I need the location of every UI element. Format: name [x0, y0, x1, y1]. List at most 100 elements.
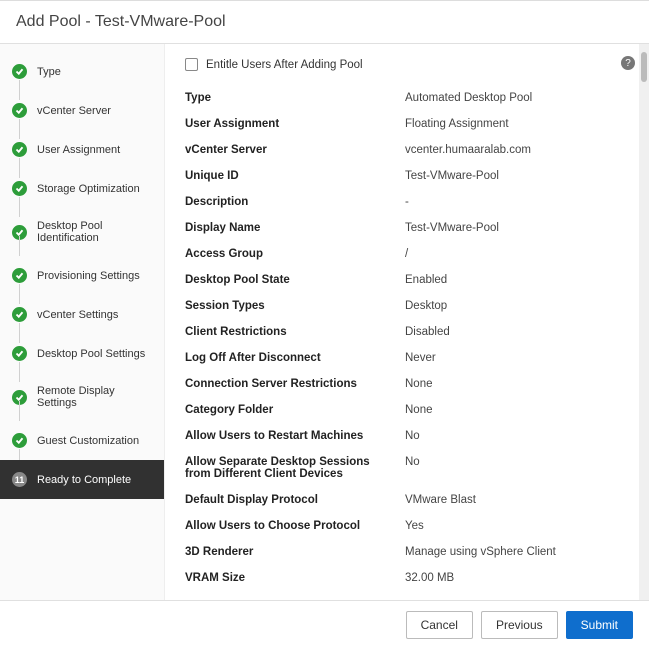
summary-row: Allow Users to Choose ProtocolYes — [185, 513, 629, 539]
summary-value: / — [405, 248, 629, 260]
summary-key: Allow Separate Desktop Sessions from Dif… — [185, 456, 405, 480]
summary-row: Unique IDTest-VMware-Pool — [185, 163, 629, 189]
summary-row: Default Display ProtocolVMware Blast — [185, 487, 629, 513]
summary-row: Desktop Pool StateEnabled — [185, 267, 629, 293]
check-icon — [12, 64, 27, 79]
summary-value: No — [405, 456, 629, 480]
summary-value: Test-VMware-Pool — [405, 222, 629, 234]
summary-value: Disabled — [405, 326, 629, 338]
summary-value: Desktop — [405, 300, 629, 312]
summary-row: Connection Server RestrictionsNone — [185, 371, 629, 397]
scrollbar-track[interactable] — [639, 44, 649, 600]
summary-key: Display Name — [185, 222, 405, 234]
cancel-button[interactable]: Cancel — [406, 611, 473, 639]
wizard-step-label: vCenter Server — [37, 105, 111, 117]
summary-row: 3D RendererManage using vSphere Client — [185, 539, 629, 565]
dialog-footer: Cancel Previous Submit — [0, 600, 649, 649]
scrollbar-thumb[interactable] — [641, 52, 647, 82]
wizard-step-3[interactable]: User Assignment — [0, 130, 164, 169]
help-icon[interactable]: ? — [621, 56, 635, 70]
summary-value: Yes — [405, 520, 629, 532]
summary-value: 32.00 MB — [405, 572, 629, 584]
main-wrap: ? Entitle Users After Adding Pool TypeAu… — [165, 44, 649, 600]
step-connector — [19, 236, 20, 256]
check-icon — [12, 268, 27, 283]
summary-value: Never — [405, 352, 629, 364]
summary-value: vcenter.humaaralab.com — [405, 144, 629, 156]
summary-row: vCenter Servervcenter.humaaralab.com — [185, 137, 629, 163]
wizard-step-label: Provisioning Settings — [37, 270, 140, 282]
summary-key: Allow Users to Choose Protocol — [185, 520, 405, 532]
wizard-step-10[interactable]: Guest Customization — [0, 421, 164, 460]
entitle-users-checkbox[interactable] — [185, 58, 198, 71]
summary-key: Connection Server Restrictions — [185, 378, 405, 390]
wizard-step-4[interactable]: Storage Optimization — [0, 169, 164, 208]
summary-value: Manage using vSphere Client — [405, 546, 629, 558]
wizard-step-6[interactable]: Provisioning Settings — [0, 256, 164, 295]
summary-row: Allow Separate Desktop Sessions from Dif… — [185, 449, 629, 487]
summary-key: Default Display Protocol — [185, 494, 405, 506]
summary-value: Automated Desktop Pool — [405, 92, 629, 104]
wizard-step-5[interactable]: Desktop Pool Identification — [0, 208, 164, 256]
summary-key: Session Types — [185, 300, 405, 312]
wizard-step-label: User Assignment — [37, 144, 120, 156]
summary-row: VRAM Size32.00 MB — [185, 565, 629, 591]
summary-key: Unique ID — [185, 170, 405, 182]
dialog-header: Add Pool - Test-VMware-Pool — [0, 1, 649, 44]
dialog-title: Add Pool - Test-VMware-Pool — [16, 13, 226, 30]
submit-button[interactable]: Submit — [566, 611, 633, 639]
wizard-step-9[interactable]: Remote Display Settings — [0, 373, 164, 421]
wizard-step-7[interactable]: vCenter Settings — [0, 295, 164, 334]
summary-row: Category FolderNone — [185, 397, 629, 423]
wizard-step-1[interactable]: Type — [0, 52, 164, 91]
wizard-step-label: Type — [37, 66, 61, 78]
summary-key: vCenter Server — [185, 144, 405, 156]
summary-key: Log Off After Disconnect — [185, 352, 405, 364]
summary-value: Test-VMware-Pool — [405, 170, 629, 182]
summary-row: TypeAutomated Desktop Pool — [185, 85, 629, 111]
entitle-users-row[interactable]: Entitle Users After Adding Pool — [185, 58, 629, 71]
summary-rows: TypeAutomated Desktop PoolUser Assignmen… — [185, 85, 629, 591]
summary-value: None — [405, 404, 629, 416]
dialog-body: Type vCenter Server User Assignment Storage… — [0, 44, 649, 600]
summary-value: - — [405, 196, 629, 208]
summary-key: Allow Users to Restart Machines — [185, 430, 405, 442]
summary-key: Description — [185, 196, 405, 208]
wizard-step-11[interactable]: 11 Ready to Complete — [0, 460, 164, 499]
wizard-step-label: Storage Optimization — [37, 183, 140, 195]
summary-row: Session TypesDesktop — [185, 293, 629, 319]
check-icon — [12, 103, 27, 118]
summary-value: Floating Assignment — [405, 118, 629, 130]
summary-key: Desktop Pool State — [185, 274, 405, 286]
summary-row: Description- — [185, 189, 629, 215]
wizard-sidebar: Type vCenter Server User Assignment Storage… — [0, 44, 165, 600]
previous-button[interactable]: Previous — [481, 611, 558, 639]
check-icon — [12, 346, 27, 361]
step-number-icon: 11 — [12, 472, 27, 487]
wizard-step-8[interactable]: Desktop Pool Settings — [0, 334, 164, 373]
summary-key: User Assignment — [185, 118, 405, 130]
summary-key: Access Group — [185, 248, 405, 260]
summary-row: Client RestrictionsDisabled — [185, 319, 629, 345]
wizard-step-2[interactable]: vCenter Server — [0, 91, 164, 130]
wizard-step-label: Ready to Complete — [37, 474, 131, 486]
wizard-step-label: Remote Display Settings — [37, 385, 152, 409]
check-icon — [12, 307, 27, 322]
summary-key: 3D Renderer — [185, 546, 405, 558]
wizard-step-label: Guest Customization — [37, 435, 139, 447]
summary-row: Log Off After DisconnectNever — [185, 345, 629, 371]
add-pool-dialog: Add Pool - Test-VMware-Pool Type vCenter … — [0, 0, 649, 649]
entitle-users-label: Entitle Users After Adding Pool — [206, 59, 363, 71]
summary-key: Category Folder — [185, 404, 405, 416]
wizard-step-label: vCenter Settings — [37, 309, 118, 321]
summary-value: VMware Blast — [405, 494, 629, 506]
wizard-step-label: Desktop Pool Identification — [37, 220, 152, 244]
summary-panel[interactable]: ? Entitle Users After Adding Pool TypeAu… — [165, 44, 649, 600]
summary-key: VRAM Size — [185, 572, 405, 584]
summary-row: User AssignmentFloating Assignment — [185, 111, 629, 137]
check-icon — [12, 433, 27, 448]
summary-row: Display NameTest-VMware-Pool — [185, 215, 629, 241]
summary-value: No — [405, 430, 629, 442]
check-icon — [12, 142, 27, 157]
summary-key: Client Restrictions — [185, 326, 405, 338]
